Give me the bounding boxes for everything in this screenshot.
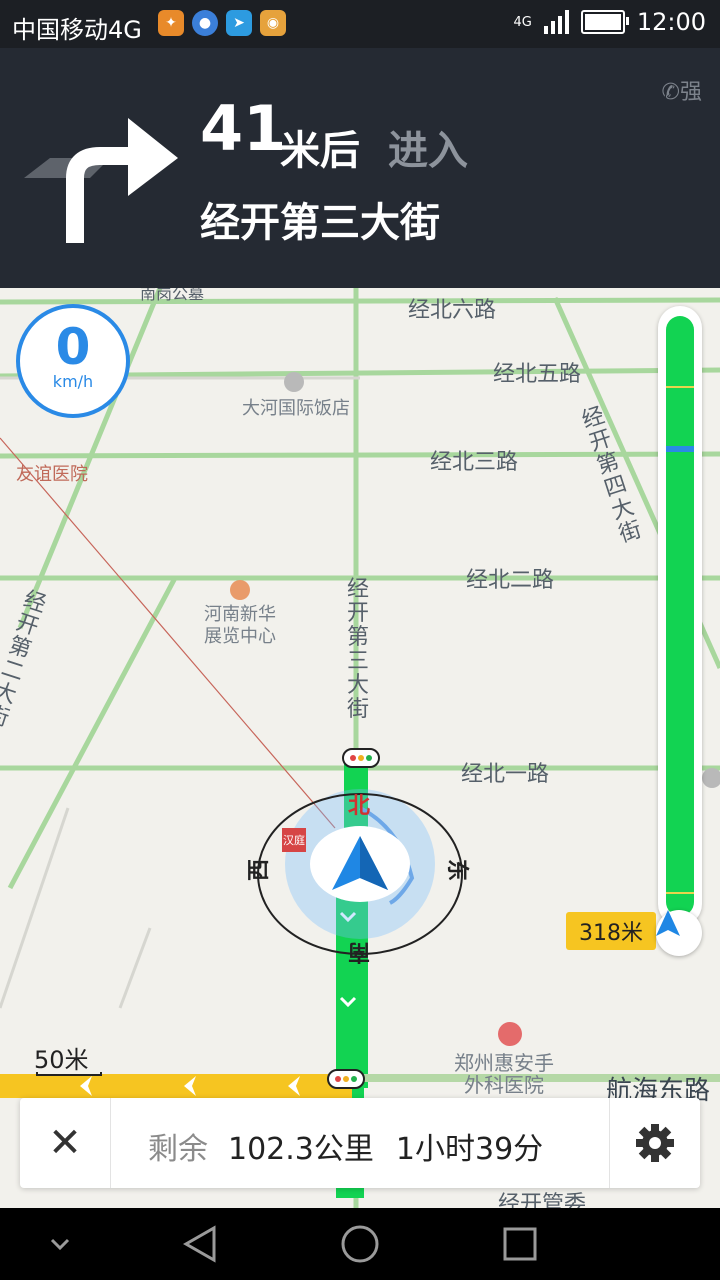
next-road-name: 经开第三大街	[200, 200, 440, 246]
system-navigation-bar	[0, 1208, 720, 1280]
compass-west: 西	[247, 858, 273, 882]
home-circle-icon	[341, 1225, 379, 1263]
distance-to-turn-tag: 318米	[566, 912, 656, 950]
distance-value: 41	[200, 92, 287, 165]
gps-strength: 强	[679, 80, 702, 105]
road-jingbei5: 经北五路	[493, 362, 582, 387]
distance-unit: 米后	[280, 128, 360, 174]
poi-exhibition-line1: 河南新华	[204, 604, 276, 625]
road-jingkai-guanwei: 经开管委	[498, 1192, 587, 1208]
road-jingbei6: 经北六路	[408, 298, 497, 323]
recents-square-icon	[503, 1227, 537, 1261]
road-jingbei1: 经北一路	[461, 762, 550, 787]
status-bar: 中国移动4G ✦ ● ➤ ◉ 4G 12:00	[0, 0, 720, 48]
poi-exhibition-line2: 展览中心	[204, 626, 276, 647]
poi-nanguan: 南岗公墓	[140, 288, 205, 303]
carrier-label: 中国移动4G	[12, 16, 142, 44]
satellite-icon: ✆	[661, 80, 680, 105]
poi-hospital: 郑州惠安手 外科医院	[454, 1052, 554, 1096]
gps-signal: ✆强	[662, 74, 702, 106]
location-app-icon: ●	[192, 10, 218, 36]
speed-value: 0	[55, 318, 91, 376]
turn-right-arrow-icon	[24, 118, 178, 243]
road-jingbei2: 经北二路	[466, 568, 555, 593]
action-label: 进入	[388, 128, 468, 174]
close-icon: ✕	[48, 1120, 82, 1166]
car-position-icon	[656, 910, 702, 956]
network-type-label: 4G	[513, 14, 532, 30]
poi-hotel: 大河国际饭店	[242, 398, 350, 419]
map-view[interactable]: 0 km/h 南岗公墓 经北六路 经北五路 经北三路 经北二路 经北一路 航海东…	[0, 288, 720, 1208]
speedometer: 0 km/h	[16, 304, 130, 418]
clock: 12:00	[636, 8, 706, 36]
remain-label: 剩余	[148, 1132, 208, 1167]
navigation-banner: 41 米后 进入 经开第三大街 ✆强	[0, 48, 720, 288]
exit-navigation-button[interactable]: ✕	[20, 1098, 111, 1188]
remain-time: 1小时39分	[395, 1132, 544, 1167]
trip-summary: 剩余 102.3公里 1小时39分	[148, 1124, 543, 1168]
squirrel-app-icon: ✦	[158, 10, 184, 36]
road-jingbei3: 经北三路	[430, 450, 519, 475]
trip-info-bar: ✕ 剩余 102.3公里 1小时39分	[20, 1098, 700, 1188]
notification-icons: ✦ ● ➤ ◉	[158, 10, 286, 36]
compass-east: 东	[444, 858, 470, 882]
compass-north: 北	[348, 794, 371, 819]
route-progress-bar	[658, 306, 702, 926]
poi-hospital-line1: 郑州惠安手	[454, 1051, 554, 1075]
remain-distance: 102.3公里	[228, 1132, 374, 1167]
poi-hospital-line2: 外科医院	[464, 1073, 544, 1097]
speed-unit: km/h	[52, 372, 94, 391]
home-button[interactable]	[340, 1224, 380, 1264]
paper-plane-icon: ➤	[226, 10, 252, 36]
gear-icon	[636, 1124, 674, 1162]
scale-label: 50米	[34, 1046, 89, 1074]
back-button[interactable]	[180, 1224, 220, 1264]
chat-app-icon: ◉	[260, 10, 286, 36]
scale-bar	[36, 1072, 102, 1076]
signal-icon	[543, 10, 569, 34]
battery-icon	[580, 10, 629, 34]
road-jingkai3: 经开第三大街	[346, 577, 369, 722]
hide-keyboard-button[interactable]	[40, 1224, 80, 1264]
settings-button[interactable]	[609, 1098, 700, 1188]
poi-hospital-left: 友谊医院	[16, 464, 88, 485]
compass-south: 南	[348, 939, 371, 964]
poi-exhibition: 河南新华 展览中心	[204, 604, 276, 648]
back-triangle-icon	[182, 1225, 216, 1263]
recents-button[interactable]	[500, 1224, 540, 1264]
chevron-down-icon	[50, 1238, 70, 1251]
poi-badge: 汉庭	[283, 834, 305, 847]
